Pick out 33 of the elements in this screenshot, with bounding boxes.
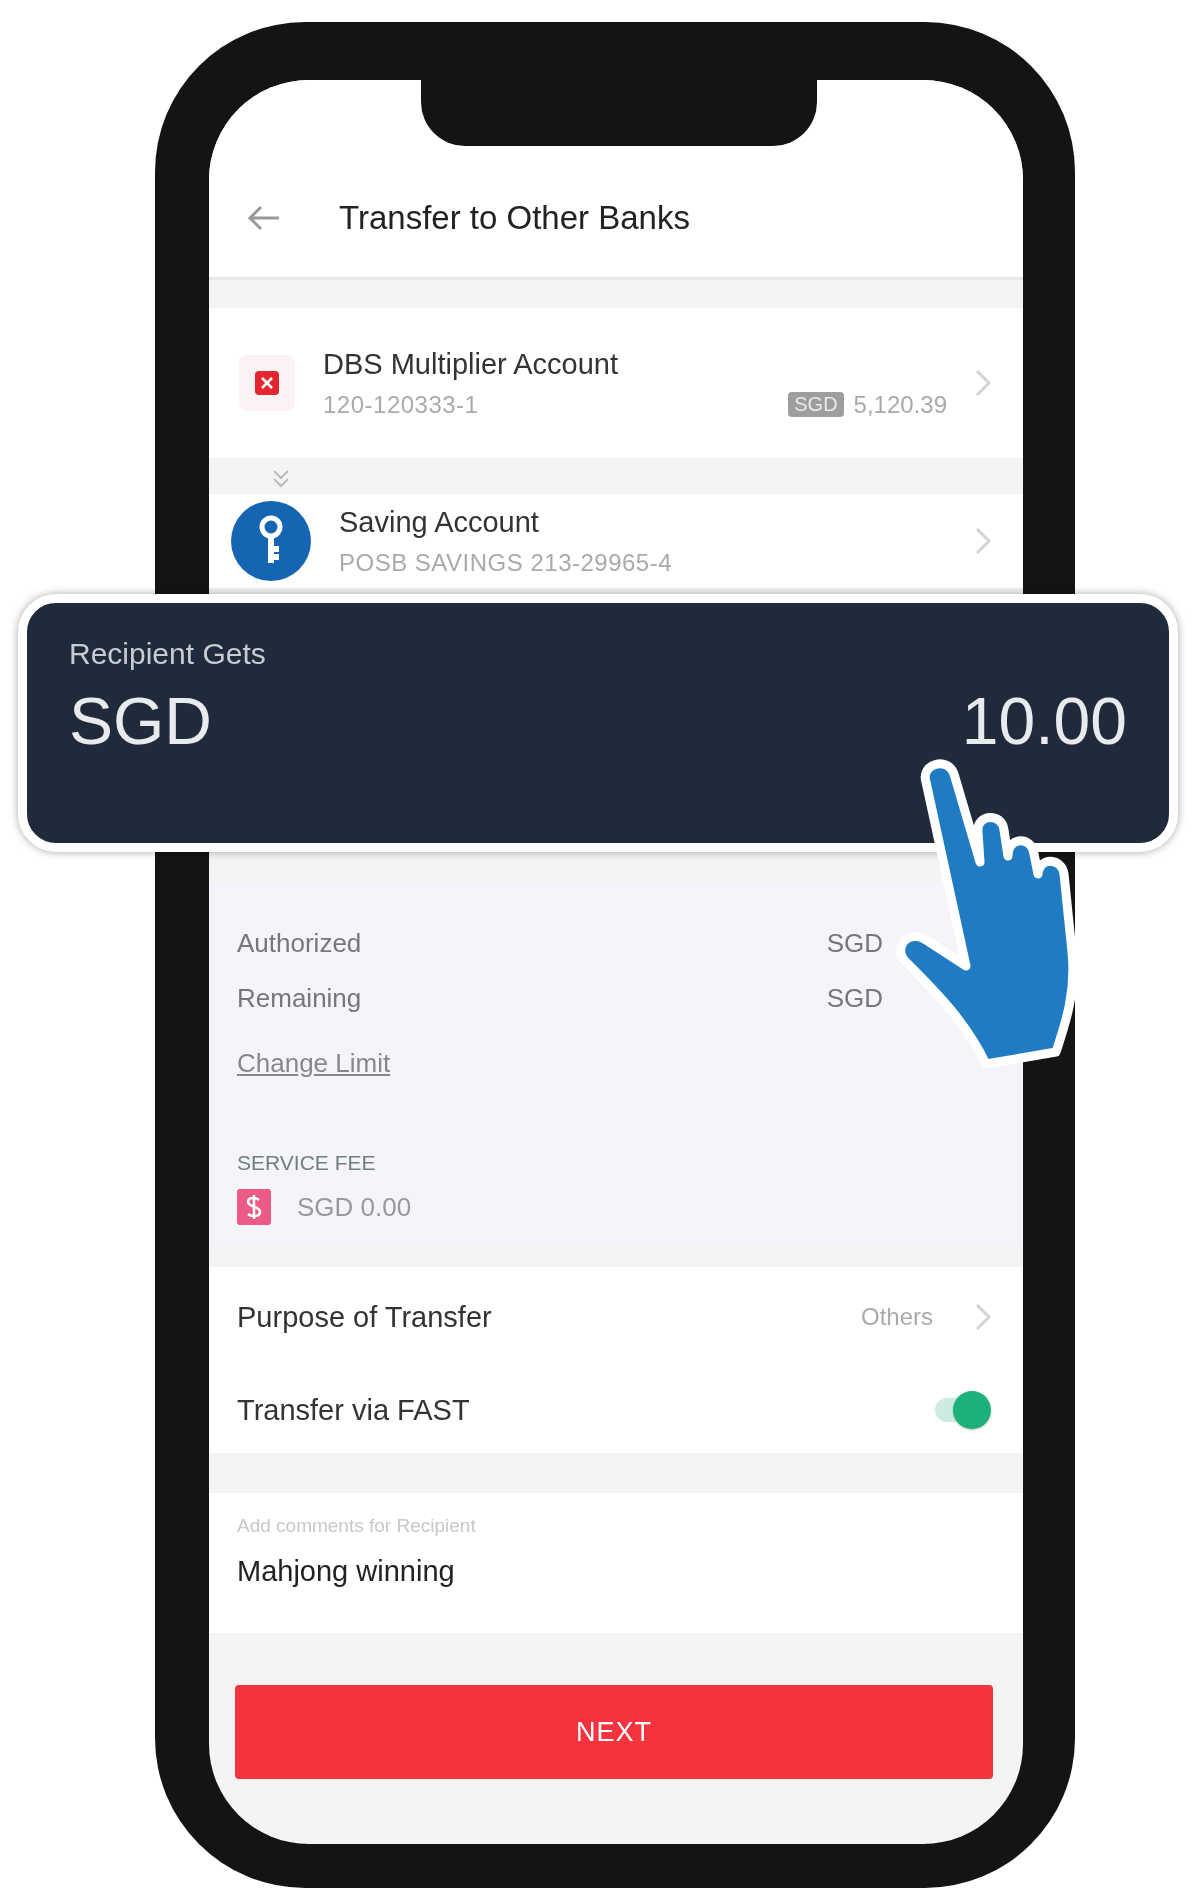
option-label: Transfer via FAST: [237, 1393, 471, 1427]
account-row[interactable]: Saving Account POSB SAVINGS 213-29965-4: [209, 494, 1023, 588]
option-row[interactable]: Purpose of Transfer Others: [209, 1267, 1023, 1367]
next-button[interactable]: NEXT: [235, 1685, 993, 1779]
account-row[interactable]: DBS Multiplier Account 120-120333-1 SGD 5,120.39: [209, 308, 1023, 458]
comment-input[interactable]: Mahjong winning: [237, 1555, 995, 1588]
limit-label: Remaining: [237, 983, 362, 1014]
account-number: 120-120333-1: [323, 390, 479, 419]
screen-title: Transfer to Other Banks: [339, 199, 690, 237]
key-logo-icon: [229, 499, 313, 583]
chevron-right-icon[interactable]: [973, 525, 993, 557]
double-chevron-down-icon: [271, 468, 291, 490]
service-fee-title: SERVICE FEE: [237, 1151, 377, 1175]
currency-code: SGD: [69, 683, 213, 759]
dollar-icon: [237, 1189, 271, 1225]
account-name: DBS Multiplier Account: [323, 347, 619, 381]
amount-value: 10.00: [961, 683, 1127, 759]
bank-logo-icon: [237, 353, 297, 413]
limit-value: SGD: [826, 983, 883, 1014]
account-balance: 5,120.39: [853, 390, 947, 419]
option-label: Purpose of Transfer: [237, 1300, 493, 1334]
service-fee-value: SGD 0.00: [297, 1191, 412, 1223]
chevron-right-icon[interactable]: [973, 367, 993, 399]
currency-badge: SGD: [788, 392, 844, 417]
recipient-label: Recipient Gets: [69, 637, 267, 671]
option-value: Others: [860, 1303, 933, 1331]
account-name: Saving Account: [339, 505, 540, 539]
chevron-right-icon[interactable]: [973, 1301, 993, 1333]
limit-label: Authorized: [237, 928, 362, 959]
back-arrow-icon[interactable]: [247, 205, 281, 231]
account-number: POSB SAVINGS 213-29965-4: [339, 548, 674, 577]
limit-value: SGD: [826, 928, 883, 959]
option-row[interactable]: Transfer via FAST: [209, 1367, 1023, 1453]
